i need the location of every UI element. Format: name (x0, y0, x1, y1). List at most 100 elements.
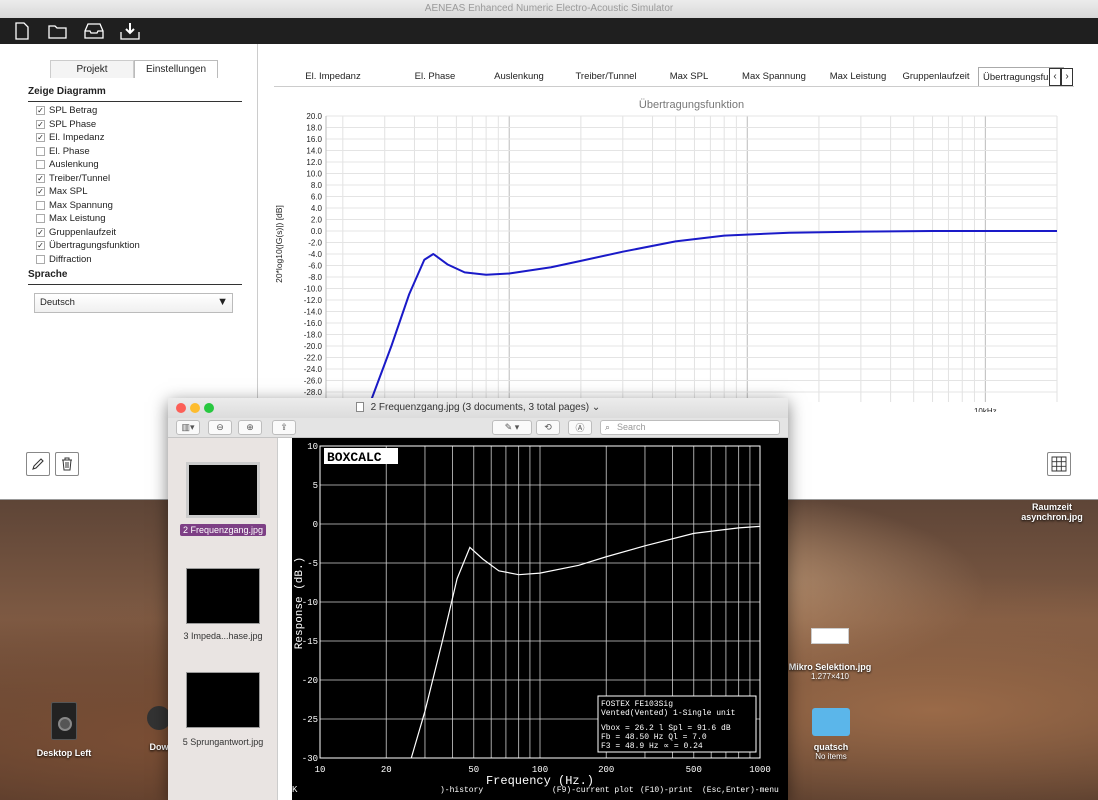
y-tick-label: -28.0 (304, 388, 323, 397)
image-thumbnail-icon (811, 628, 849, 644)
checkbox-checked[interactable]: ✓ (36, 133, 45, 143)
zoom-out-button[interactable]: ⊖ (208, 420, 232, 435)
rotate-button[interactable]: ⟲ (536, 420, 560, 435)
diagram-tab[interactable]: El. Impedanz (274, 67, 392, 86)
diagram-tab[interactable]: Max Leistung (822, 67, 894, 86)
new-file-button[interactable] (12, 21, 32, 41)
tab-scroll-left-button[interactable]: ‹ (1049, 68, 1061, 86)
checkbox-checked[interactable]: ✓ (36, 187, 45, 197)
y-tick-label: -25 (302, 715, 318, 725)
thumbnail-label: 2 Frequenzgang.jpg (168, 524, 278, 536)
y-tick-label: 12.0 (306, 158, 322, 167)
tab-scroll-right-button[interactable]: › (1061, 68, 1073, 86)
y-tick-label: 5 (313, 481, 318, 491)
diagram-tab[interactable]: Max Spannung (726, 67, 822, 86)
checkbox-row[interactable]: Auslenkung (36, 158, 140, 172)
diagram-tab[interactable]: Treiber/Tunnel (560, 67, 652, 86)
checkbox-checked[interactable]: ✓ (36, 173, 45, 183)
search-input[interactable]: ⌕ Search (600, 420, 780, 435)
y-tick-label: -10.0 (304, 285, 323, 294)
dropdown-arrow-icon: ▼ (217, 296, 228, 308)
speaker-icon (51, 702, 77, 740)
checkbox-row[interactable]: ✓ Treiber/Tunnel (36, 172, 140, 186)
desktop-icon-quatsch[interactable]: quatsch No items (796, 708, 866, 761)
desktop-icon-sublabel: No items (815, 752, 847, 761)
checkbox-unchecked[interactable] (36, 200, 45, 210)
desktop-icon-desktop-left[interactable]: Desktop Left (28, 702, 100, 758)
zoom-button[interactable] (204, 403, 214, 413)
transfer-function-chart: Übertragungsfunktion 20.0 18.0 16.0 14.0 12.0… (274, 99, 1058, 412)
checkbox-label: Treiber/Tunnel (49, 172, 111, 184)
checkbox-unchecked[interactable] (36, 146, 45, 156)
y-tick-label: 18.0 (306, 124, 322, 133)
preview-window: 2 Frequenzgang.jpg (3 documents, 3 total… (168, 398, 788, 800)
thumbnail-frequenzgang[interactable] (186, 462, 260, 518)
download-button[interactable] (120, 21, 140, 41)
preview-image: 10 5 0 -5 -10 -15 -20 -25 -30 10 20 50 100 200 500 1000… (292, 438, 788, 800)
section-divider (28, 284, 242, 285)
y-tick-label: -6.0 (308, 262, 322, 271)
search-placeholder: Search (617, 422, 646, 432)
desktop-icon-mikro[interactable]: Mikro Selektion.jpg 1.277×410 (782, 628, 878, 681)
minimize-button[interactable] (190, 403, 200, 413)
section-language-heading: Sprache (28, 269, 68, 280)
chevron-down-icon[interactable]: ⌄ (592, 402, 600, 413)
series-line (368, 230, 1057, 404)
delete-button[interactable] (55, 452, 79, 476)
checkbox-unchecked[interactable] (36, 214, 45, 224)
diagram-tab[interactable]: El. Phase (392, 67, 478, 86)
boxcalc-response-chart: 1050-5-10-15-20-25-3010 20 50 100 200 500 1000… (292, 442, 779, 795)
save-inbox-button[interactable] (84, 21, 104, 41)
y-tick-label: -26.0 (304, 377, 323, 386)
checkbox-row[interactable]: ✓ Übertragungsfunktion (36, 239, 140, 253)
checkbox-row[interactable]: Max Spannung (36, 199, 140, 213)
y-tick-label: -12.0 (304, 296, 323, 305)
checkbox-row[interactable]: El. Phase (36, 145, 140, 159)
checkbox-checked[interactable]: ✓ (36, 227, 45, 237)
thumbnail-impedanz[interactable] (186, 568, 260, 624)
edit-button[interactable] (26, 452, 50, 476)
annotate-button[interactable]: Ⓐ (568, 420, 592, 435)
checkbox-label: Max Spannung (49, 199, 113, 211)
checkbox-row[interactable]: ✓ Gruppenlaufzeit (36, 226, 140, 240)
language-select[interactable]: Deutsch ▼ (34, 293, 233, 313)
markup-button[interactable]: ✎ ▾ (492, 420, 532, 435)
desktop-icon-label: Mikro Selektion.jpg (788, 662, 872, 672)
sidebar-toggle-button[interactable]: ▥▾ (176, 420, 200, 435)
tab-einstellungen[interactable]: Einstellungen (134, 60, 218, 78)
checkbox-row[interactable]: ✓ SPL Betrag (36, 104, 140, 118)
diagram-tab[interactable]: Auslenkung (478, 67, 560, 86)
checkbox-unchecked[interactable] (36, 254, 45, 264)
checkbox-row[interactable]: Max Leistung (36, 212, 140, 226)
app-toolbar (0, 18, 1098, 44)
annotate-icon: Ⓐ (575, 423, 585, 433)
desktop-icon-raumzeit[interactable]: Raumzeit asynchron.jpg (1012, 502, 1092, 522)
checkbox-row[interactable]: ✓ SPL Phase (36, 118, 140, 132)
desktop-icon-sublabel: 1.277×410 (810, 672, 850, 681)
diagram-tab[interactable]: Gruppenlaufzeit (894, 67, 978, 86)
checkbox-checked[interactable]: ✓ (36, 106, 45, 116)
checkbox-row[interactable]: ✓ El. Impedanz (36, 131, 140, 145)
open-folder-button[interactable] (48, 21, 68, 41)
thumbnail-sprungantwort[interactable] (186, 672, 260, 728)
diagram-tab[interactable]: Max SPL (652, 67, 726, 86)
tab-projekt[interactable]: Projekt (50, 60, 134, 78)
checkbox-checked[interactable]: ✓ (36, 119, 45, 129)
checkbox-row[interactable]: Diffraction (36, 253, 140, 267)
zoom-in-button[interactable]: ⊕ (238, 420, 262, 435)
checkbox-checked[interactable]: ✓ (36, 241, 45, 251)
share-button[interactable]: ⇪ (272, 420, 296, 435)
close-button[interactable] (176, 403, 186, 413)
y-axis-label: Response (dB.) (294, 557, 306, 649)
y-tick-label: -14.0 (304, 308, 323, 317)
enclosure-type: Vented(Vented) 1-Single unit (601, 709, 735, 718)
checkbox-row[interactable]: ✓ Max SPL (36, 185, 140, 199)
checkbox-label: Übertragungsfunktion (49, 240, 140, 252)
checkbox-unchecked[interactable] (36, 160, 45, 170)
footer-key: K (292, 785, 298, 795)
pencil-icon (32, 458, 44, 470)
boxcalc-logo: BOXCALC (327, 450, 382, 465)
grid-view-button[interactable] (1047, 452, 1071, 476)
y-tick-label: -4.0 (308, 250, 322, 259)
y-tick-label: 20.0 (306, 112, 322, 121)
